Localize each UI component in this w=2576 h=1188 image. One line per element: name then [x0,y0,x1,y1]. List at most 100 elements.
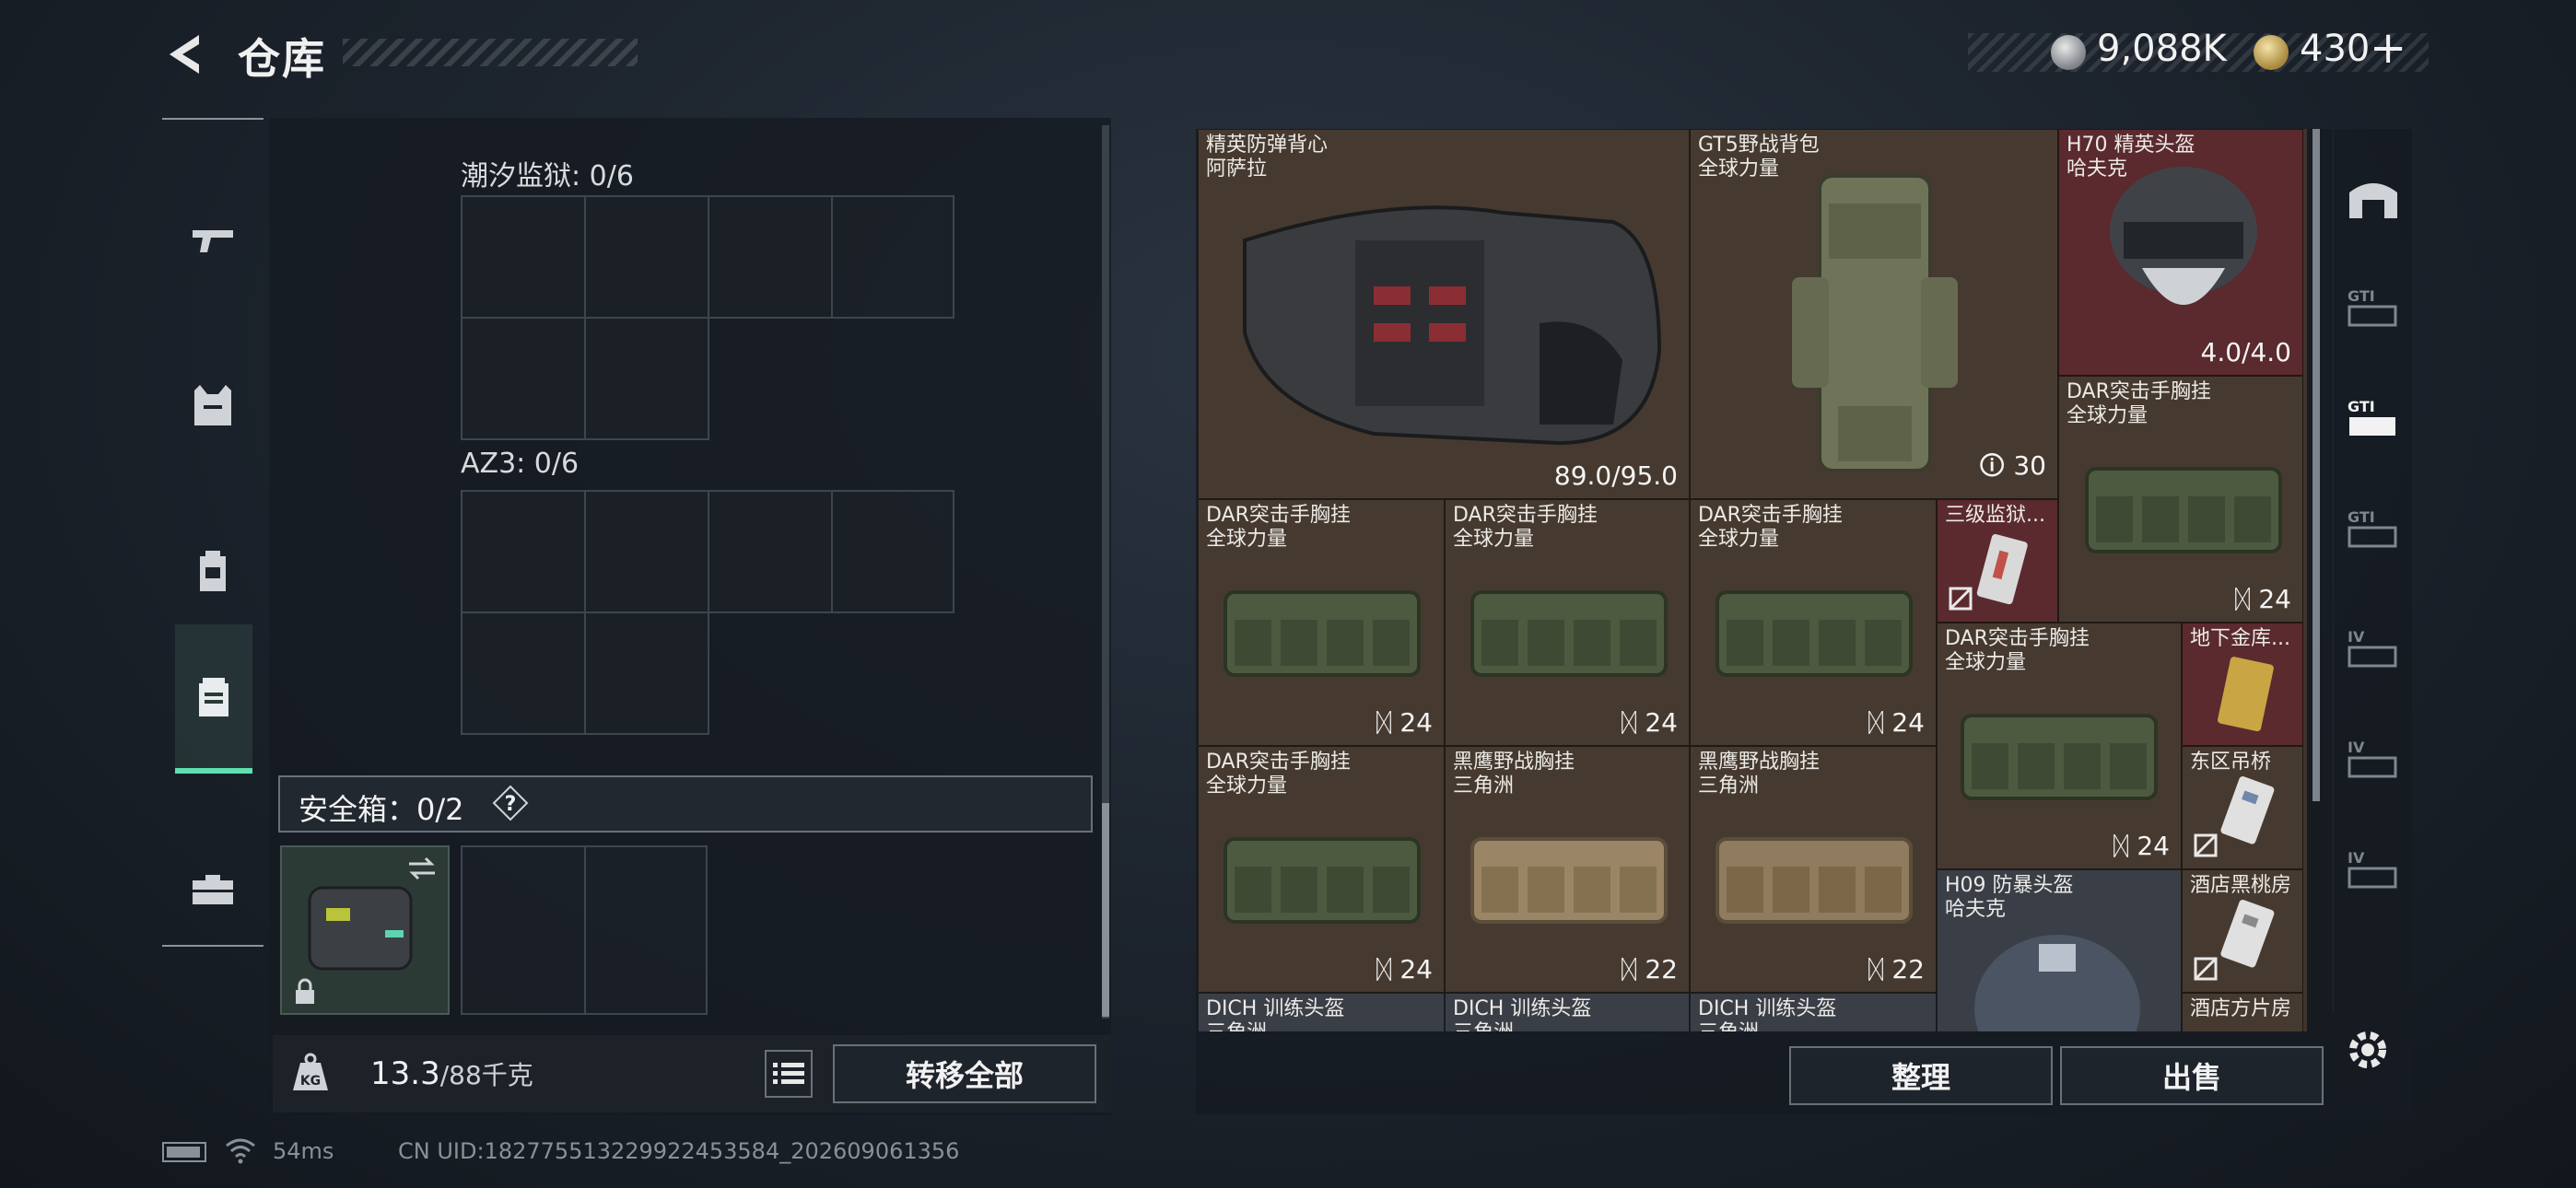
safebox-slot[interactable] [461,845,586,1015]
item-name: 三级监狱... [1945,504,2045,527]
item-keycard[interactable]: 东区吊桥 [2182,746,2303,869]
item-name: DAR突击手胸挂 全球力量 [1206,504,1351,551]
item-h70-helmet[interactable]: H70 精英头盔 哈夫克 4.0/4.0 [2058,129,2303,376]
warehouse-tab-gti-2[interactable]: GTI [2334,368,2413,470]
grid-slot[interactable] [584,317,709,440]
grid-slot[interactable] [461,611,586,735]
backpack-icon [200,551,226,591]
item-gt5-backpack[interactable]: GT5野战背包 全球力量 🛈 30 [1690,129,2058,499]
right-scrollbar-thumb[interactable] [2313,129,2320,801]
item-dich-helmet[interactable]: DICH 训练头盔 三角洲 [1690,993,1937,1031]
item-name: DAR突击手胸挂 全球力量 [1453,504,1598,551]
gti-tab-1: GTI [2348,287,2397,327]
grid-slot[interactable] [461,490,586,613]
silver-coin-icon [2051,35,2086,70]
item-name: DAR突击手胸挂 全球力量 [1206,751,1351,798]
grid-slot[interactable] [831,490,954,613]
swap-icon[interactable] [405,855,439,882]
item-capacity: ᛞ 24 [1868,707,1925,738]
vest-icon [194,385,231,425]
transfer-all-button[interactable]: 转移全部 [833,1044,1096,1103]
item-durability: 89.0/95.0 [1553,460,1678,491]
grid-slot[interactable] [708,490,833,613]
item-dar-chest-rig[interactable]: DAR突击手胸挂 全球力量 ᛞ 24 [1198,499,1445,746]
warehouse-tab-iv-2[interactable]: IV [2334,709,2413,810]
item-capacity-value: 24 [1399,707,1433,738]
helmet-image [1974,935,2140,1031]
gear-icon[interactable] [2342,1024,2394,1076]
wifi-icon [226,1138,255,1164]
grid-slot[interactable] [584,490,709,613]
nav-tools[interactable] [162,807,263,973]
weight-max: /88千克 [439,1060,533,1090]
item-dar-chest-rig[interactable]: DAR突击手胸挂 全球力量 ᛞ 24 [2058,376,2303,623]
back-arrow-icon[interactable] [162,31,208,77]
list-view-button[interactable] [765,1050,813,1098]
item-capacity: ᛞ 22 [1868,954,1925,984]
item-dich-helmet[interactable]: DICH 训练头盔 三角洲 [1198,993,1445,1031]
svg-text:GTI: GTI [2348,398,2375,415]
lock-icon [296,978,314,1004]
item-keycard[interactable]: 酒店方片房 [2182,993,2303,1031]
toolbox-icon [193,875,233,904]
warehouse-tab-gti-1[interactable]: GTI [2334,258,2413,359]
warehouse-tab-nav: GTI GTI GTI IV IV IV [2333,129,2413,1013]
item-name: DAR突击手胸挂 全球力量 [1945,627,2090,674]
sort-button[interactable]: 整理 [1789,1046,2053,1105]
help-icon[interactable]: ? [492,785,529,821]
warehouse-tab-iv-1[interactable]: IV [2334,599,2413,700]
sell-button[interactable]: 出售 [2060,1046,2324,1105]
grid-slot[interactable] [461,195,586,319]
item-dar-chest-rig[interactable]: DAR突击手胸挂 全球力量 ᛞ 24 [1445,499,1690,746]
item-name: DICH 训练头盔 三角洲 [1698,997,1837,1031]
iv-tab-2: IV [2348,739,2397,778]
item-h09-helmet[interactable]: H09 防暴头盔 哈夫克 [1937,869,2182,1031]
add-currency-button[interactable]: + [2370,22,2406,74]
grid-slot[interactable] [708,195,833,319]
chest-rig-image [1715,837,1913,924]
svg-text:KG: KG [300,1074,321,1089]
item-keycard[interactable]: 三级监狱... [1937,499,2058,623]
no-trade-icon [1949,587,1973,611]
left-scrollbar-thumb[interactable] [1102,803,1109,1017]
warehouse-tab-gti-3[interactable]: GTI [2334,479,2413,580]
user-uid: CN UID:18277551322992245358​4_2026090613… [398,1138,960,1164]
safebox-slot[interactable] [584,845,708,1015]
item-capacity-value: 24 [1399,954,1433,984]
grid-slot[interactable] [461,317,586,440]
container-icon [199,678,228,716]
item-elite-vest[interactable]: 精英防弹背心 阿萨拉 89.0/95.0 [1198,129,1690,499]
grid-slot[interactable] [584,611,709,735]
item-capacity: ᛞ 24 [2234,584,2291,614]
pistol-icon [193,230,233,252]
item-dich-helmet[interactable]: DICH 训练头盔 三角洲 [1445,993,1690,1031]
gold-coin-value: 430 [2300,28,2371,70]
safebox-case-image [308,886,413,971]
left-category-nav [162,118,263,947]
svg-text:IV: IV [2348,849,2365,867]
warehouse-tab-iv-3[interactable]: IV [2334,820,2413,921]
item-name: 酒店方片房 [2190,997,2292,1020]
item-keycard[interactable]: 酒店黑桃房 [2182,869,2303,993]
item-capacity: ᛞ 24 [1376,954,1433,984]
item-blackhawk-chest-rig[interactable]: 黑鹰野战胸挂 三角洲 ᛞ 22 [1445,746,1690,993]
item-keycard[interactable]: 地下金库... [2182,623,2303,746]
nav-containers[interactable] [175,624,252,774]
item-blackhawk-chest-rig[interactable]: 黑鹰野战胸挂 三角洲 ᛞ 22 [1690,746,1937,993]
title-decoration [343,39,638,66]
warehouse-tab-vault[interactable] [2334,147,2413,249]
grid-slot[interactable] [584,195,709,319]
ping-value: 54ms [273,1138,334,1164]
item-name: 黑鹰野战胸挂 三角洲 [1453,751,1575,798]
item-capacity-value: 24 [2137,831,2170,861]
list-icon [773,1063,804,1084]
item-dar-chest-rig[interactable]: DAR突击手胸挂 全球力量 ᛞ 24 [1690,499,1937,746]
item-dar-chest-rig[interactable]: DAR突击手胸挂 全球力量 ᛞ 24 [1937,623,2182,869]
weight-current: 13.3 [370,1055,440,1092]
grid-slot[interactable] [831,195,954,319]
safebox-case-item[interactable] [280,845,450,1015]
item-dar-chest-rig[interactable]: DAR突击手胸挂 全球力量 ᛞ 24 [1198,746,1445,993]
item-capacity: ᛞ 24 [1376,707,1433,738]
nav-weapons[interactable] [162,157,263,322]
nav-vests[interactable] [162,322,263,488]
